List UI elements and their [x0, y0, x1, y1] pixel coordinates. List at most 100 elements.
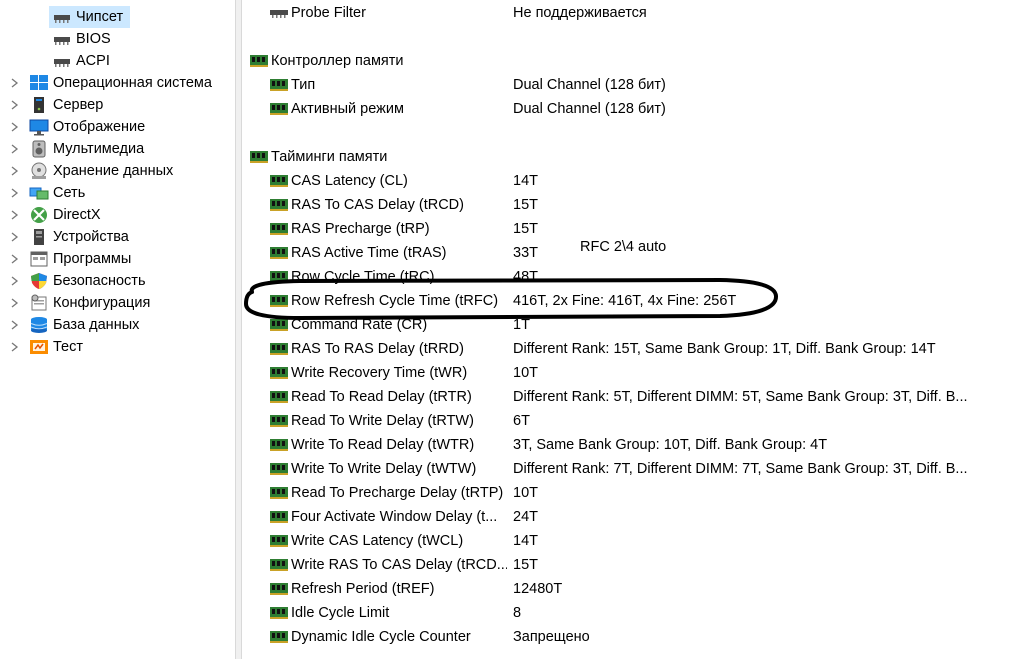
detail-row[interactable]: Read To Precharge Delay (tRTP) 10T [243, 481, 1019, 505]
detail-row-trfc[interactable]: Row Refresh Cycle Time (tRFC) 416T, 2x F… [243, 289, 1019, 313]
field-value: 6T [513, 413, 530, 429]
tree-item-label: ACPI [76, 53, 110, 69]
chipset-icon [52, 8, 72, 26]
expand-chevron-icon[interactable] [10, 182, 20, 204]
expand-chevron-icon[interactable] [10, 72, 20, 94]
database-icon [29, 316, 49, 334]
detail-row[interactable]: Idle Cycle Limit 8 [243, 601, 1019, 625]
bios-chip-icon [52, 30, 72, 48]
field-name: Dynamic Idle Cycle Counter [291, 629, 471, 645]
windows-logo-icon [29, 74, 49, 92]
detail-row[interactable]: Write RAS To CAS Delay (tRCD... 15T [243, 553, 1019, 577]
tree-item-label: Тест [53, 339, 83, 355]
expand-chevron-icon[interactable] [10, 248, 20, 270]
expand-chevron-icon[interactable] [10, 94, 20, 116]
tree-item-label: База данных [53, 317, 140, 333]
memory-module-icon [269, 486, 289, 500]
detail-row[interactable]: Refresh Period (tREF) 12480T [243, 577, 1019, 601]
field-name: Read To Write Delay (tRTW) [291, 413, 474, 429]
expand-chevron-icon[interactable] [10, 314, 20, 336]
field-name: RAS Precharge (tRP) [291, 221, 430, 237]
tree-item-network[interactable]: Сеть [29, 182, 85, 204]
tree-item-storage[interactable]: Хранение данных [29, 160, 173, 182]
detail-row[interactable]: Read To Read Delay (tRTR) Different Rank… [243, 385, 1019, 409]
field-name: Write CAS Latency (tWCL) [291, 533, 464, 549]
tree-item-label: BIOS [76, 31, 111, 47]
detail-row[interactable]: Probe Filter Не поддерживается [243, 1, 1019, 25]
tree-item-devices[interactable]: Устройства [29, 226, 129, 248]
acpi-chip-icon [52, 52, 72, 70]
memory-module-icon [269, 582, 289, 596]
tree-item-label: Отображение [53, 119, 146, 135]
field-value: 24T [513, 509, 538, 525]
field-name: Four Activate Window Delay (t... [291, 509, 498, 525]
detail-row[interactable]: Four Activate Window Delay (t... 24T [243, 505, 1019, 529]
field-name: Refresh Period (tREF) [291, 581, 435, 597]
detail-row[interactable]: Dynamic Idle Cycle Counter Запрещено [243, 625, 1019, 649]
tree-item-server[interactable]: Сервер [29, 94, 103, 116]
tree-item-display[interactable]: Отображение [29, 116, 145, 138]
section-header-memory-controller[interactable]: Контроллер памяти [243, 49, 1019, 73]
memory-module-icon [269, 414, 289, 428]
memory-module-icon [249, 150, 269, 164]
shield-icon [29, 272, 49, 290]
tree-item-configuration[interactable]: Конфигурация [29, 292, 150, 314]
memory-module-icon [269, 318, 289, 332]
expand-chevron-icon[interactable] [10, 138, 20, 160]
expand-chevron-icon[interactable] [10, 116, 20, 138]
expand-chevron-icon[interactable] [10, 336, 20, 358]
tree-item-security[interactable]: Безопасность [29, 270, 146, 292]
tree-item-programs[interactable]: Программы [29, 248, 131, 270]
field-name: CAS Latency (CL) [291, 173, 408, 189]
memory-module-icon [269, 606, 289, 620]
section-title: Тайминги памяти [271, 149, 388, 165]
memory-module-icon [269, 102, 289, 116]
field-value: 12480T [513, 581, 563, 597]
tree-item-chipset[interactable]: Чипсет [52, 6, 123, 28]
expand-chevron-icon[interactable] [10, 292, 20, 314]
field-name: Idle Cycle Limit [291, 605, 390, 621]
detail-row[interactable]: CAS Latency (CL) 14T [243, 169, 1019, 193]
detail-row[interactable]: Read To Write Delay (tRTW) 6T [243, 409, 1019, 433]
memory-module-icon [269, 270, 289, 284]
tree-item-acpi[interactable]: ACPI [52, 50, 110, 72]
devices-icon [29, 228, 49, 246]
detail-row[interactable]: Command Rate (CR) 1T [243, 313, 1019, 337]
memory-module-icon [269, 558, 289, 572]
section-header-memory-timings[interactable]: Тайминги памяти [243, 145, 1019, 169]
tree-item-directx[interactable]: DirectX [29, 204, 101, 226]
field-value: 14T [513, 533, 538, 549]
expand-chevron-icon[interactable] [10, 204, 20, 226]
field-value: Different Rank: 15T, Same Bank Group: 1T… [513, 341, 936, 357]
detail-row[interactable]: Row Cycle Time (tRC) 48T [243, 265, 1019, 289]
field-value: 48T [513, 269, 538, 285]
expand-chevron-icon[interactable] [10, 226, 20, 248]
pane-splitter[interactable] [235, 0, 242, 659]
chip-icon [269, 6, 289, 20]
tree-item-label: Хранение данных [53, 163, 174, 179]
field-value: 10T [513, 365, 538, 381]
details-list: Probe Filter Не поддерживается Контролле… [243, 0, 1019, 659]
detail-row[interactable]: Write Recovery Time (tWR) 10T [243, 361, 1019, 385]
expand-chevron-icon[interactable] [10, 270, 20, 292]
field-value: Different Rank: 5T, Different DIMM: 5T, … [513, 389, 968, 405]
detail-row[interactable]: RAS To RAS Delay (tRRD) Different Rank: … [243, 337, 1019, 361]
detail-row[interactable]: RAS To CAS Delay (tRCD) 15T [243, 193, 1019, 217]
tree-item-bios[interactable]: BIOS [52, 28, 111, 50]
tree-item-test[interactable]: Тест [29, 336, 83, 358]
field-name: Read To Precharge Delay (tRTP) [291, 485, 504, 501]
memory-module-icon [269, 342, 289, 356]
memory-module-icon [249, 54, 269, 68]
tree-item-database[interactable]: База данных [29, 314, 139, 336]
memory-module-icon [269, 78, 289, 92]
detail-row[interactable]: Write To Write Delay (tWTW) Different Ra… [243, 457, 1019, 481]
detail-row[interactable]: Write To Read Delay (tWTR) 3T, Same Bank… [243, 433, 1019, 457]
monitor-icon [29, 118, 49, 136]
detail-row[interactable]: Тип Dual Channel (128 бит) [243, 73, 1019, 97]
tree-item-multimedia[interactable]: Мультимедиа [29, 138, 144, 160]
speaker-icon [29, 140, 49, 158]
tree-item-os[interactable]: Операционная система [29, 72, 212, 94]
expand-chevron-icon[interactable] [10, 160, 20, 182]
detail-row[interactable]: Активный режим Dual Channel (128 бит) [243, 97, 1019, 121]
detail-row[interactable]: Write CAS Latency (tWCL) 14T [243, 529, 1019, 553]
